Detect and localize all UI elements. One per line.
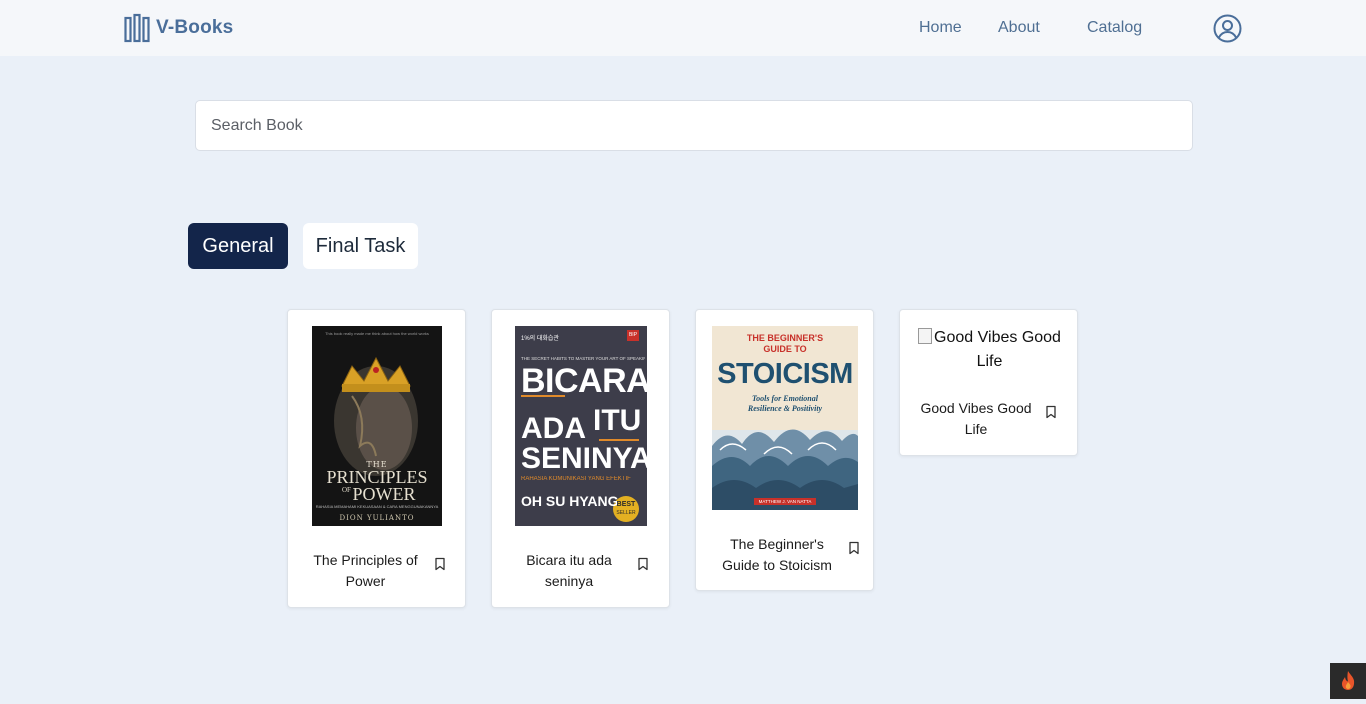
book-card[interactable]: This book really made me think about how… xyxy=(287,309,466,608)
cover-kicker-line1: THE BEGINNER'S xyxy=(746,333,824,343)
corner-widget[interactable] xyxy=(1330,663,1366,699)
nav-about-link[interactable]: About xyxy=(998,19,1040,37)
bookmark-icon[interactable] xyxy=(848,541,860,555)
cover-line2a: ADA xyxy=(521,412,586,445)
cover-tagline: THE SECRET HABITS TO MASTER YOUR ART OF … xyxy=(521,356,645,361)
nav-home-link[interactable]: Home xyxy=(919,19,962,37)
tab-final-task[interactable]: Final Task xyxy=(303,223,418,269)
book-card[interactable]: 1%의 대화습관 BIP THE SECRET HABITS TO MASTER… xyxy=(491,309,670,608)
book-cover-bicara-itu-ada-seninya[interactable]: 1%의 대화습관 BIP THE SECRET HABITS TO MASTER… xyxy=(515,326,647,526)
cover-subtitle-line1: Tools for Emotional xyxy=(752,394,818,403)
cover-top-label: 1%의 대화습관 xyxy=(521,336,559,342)
broken-image-icon xyxy=(918,328,933,344)
cover-main-title: STOICISM xyxy=(717,358,853,390)
flame-icon xyxy=(1342,671,1355,690)
cover-subtitle: RAHASIA KOMUNIKASI YANG EFEKTIF xyxy=(521,476,631,482)
bookmark-icon[interactable] xyxy=(434,557,446,571)
cover-title-power: POWER xyxy=(352,484,416,504)
book-title: The Beginner's Guide to Stoicism xyxy=(722,536,832,573)
cover-line3: SENINYA xyxy=(521,442,647,475)
book-cover-principles-of-power[interactable]: This book really made me think about how… xyxy=(312,326,442,526)
nav-catalog-link[interactable]: Catalog xyxy=(1087,19,1142,37)
book-title: Bicara itu ada seninya xyxy=(526,552,612,589)
cover-line1: BICARA xyxy=(521,362,647,400)
bookmark-icon[interactable] xyxy=(1045,405,1057,419)
cover-subtitle-line2: Resilience & Positivity xyxy=(747,404,823,413)
cover-alt-text: Good Vibes Good Life xyxy=(934,329,1061,370)
book-title: Good Vibes Good Life xyxy=(920,400,1032,437)
cover-author: DION YULIANTO xyxy=(339,514,415,522)
cover-subtitle: RAHASIA MEMAHAMI KEKUASAAN & CARA MENGGU… xyxy=(315,504,439,509)
user-circle-icon[interactable] xyxy=(1213,14,1242,43)
cover-publisher-badge: BIP xyxy=(628,332,638,338)
brand-name: V-Books xyxy=(156,17,234,38)
search-input[interactable] xyxy=(195,100,1193,151)
book-title: The Principles of Power xyxy=(313,552,418,589)
cover-badge-top: BEST xyxy=(616,501,636,508)
cover-quote: This book really made me think about how… xyxy=(325,331,429,336)
book-cover-beginners-guide-to-stoicism[interactable]: THE BEGINNER'S GUIDE TO STOICISM Tools f… xyxy=(712,326,858,510)
bookmark-icon[interactable] xyxy=(637,557,649,571)
cover-author: OH SU HYANG xyxy=(521,493,619,509)
cover-author: MATTHEW J. VAN NATTA xyxy=(758,499,812,504)
book-card[interactable]: THE BEGINNER'S GUIDE TO STOICISM Tools f… xyxy=(695,309,874,591)
book-card[interactable]: Good Vibes Good Life Good Vibes Good Lif… xyxy=(899,309,1078,456)
cover-line2b: ITU xyxy=(593,404,642,437)
book-cover-broken-image[interactable]: Good Vibes Good Life xyxy=(910,326,1069,374)
cover-kicker-line2: GUIDE TO xyxy=(763,344,807,354)
cover-badge-bottom: SELLER xyxy=(616,510,636,516)
tab-general[interactable]: General xyxy=(188,223,288,269)
logo-bars-icon xyxy=(124,13,150,43)
navbar: V-Books Home About Catalog xyxy=(0,0,1366,56)
brand-logo[interactable]: V-Books xyxy=(124,13,233,43)
